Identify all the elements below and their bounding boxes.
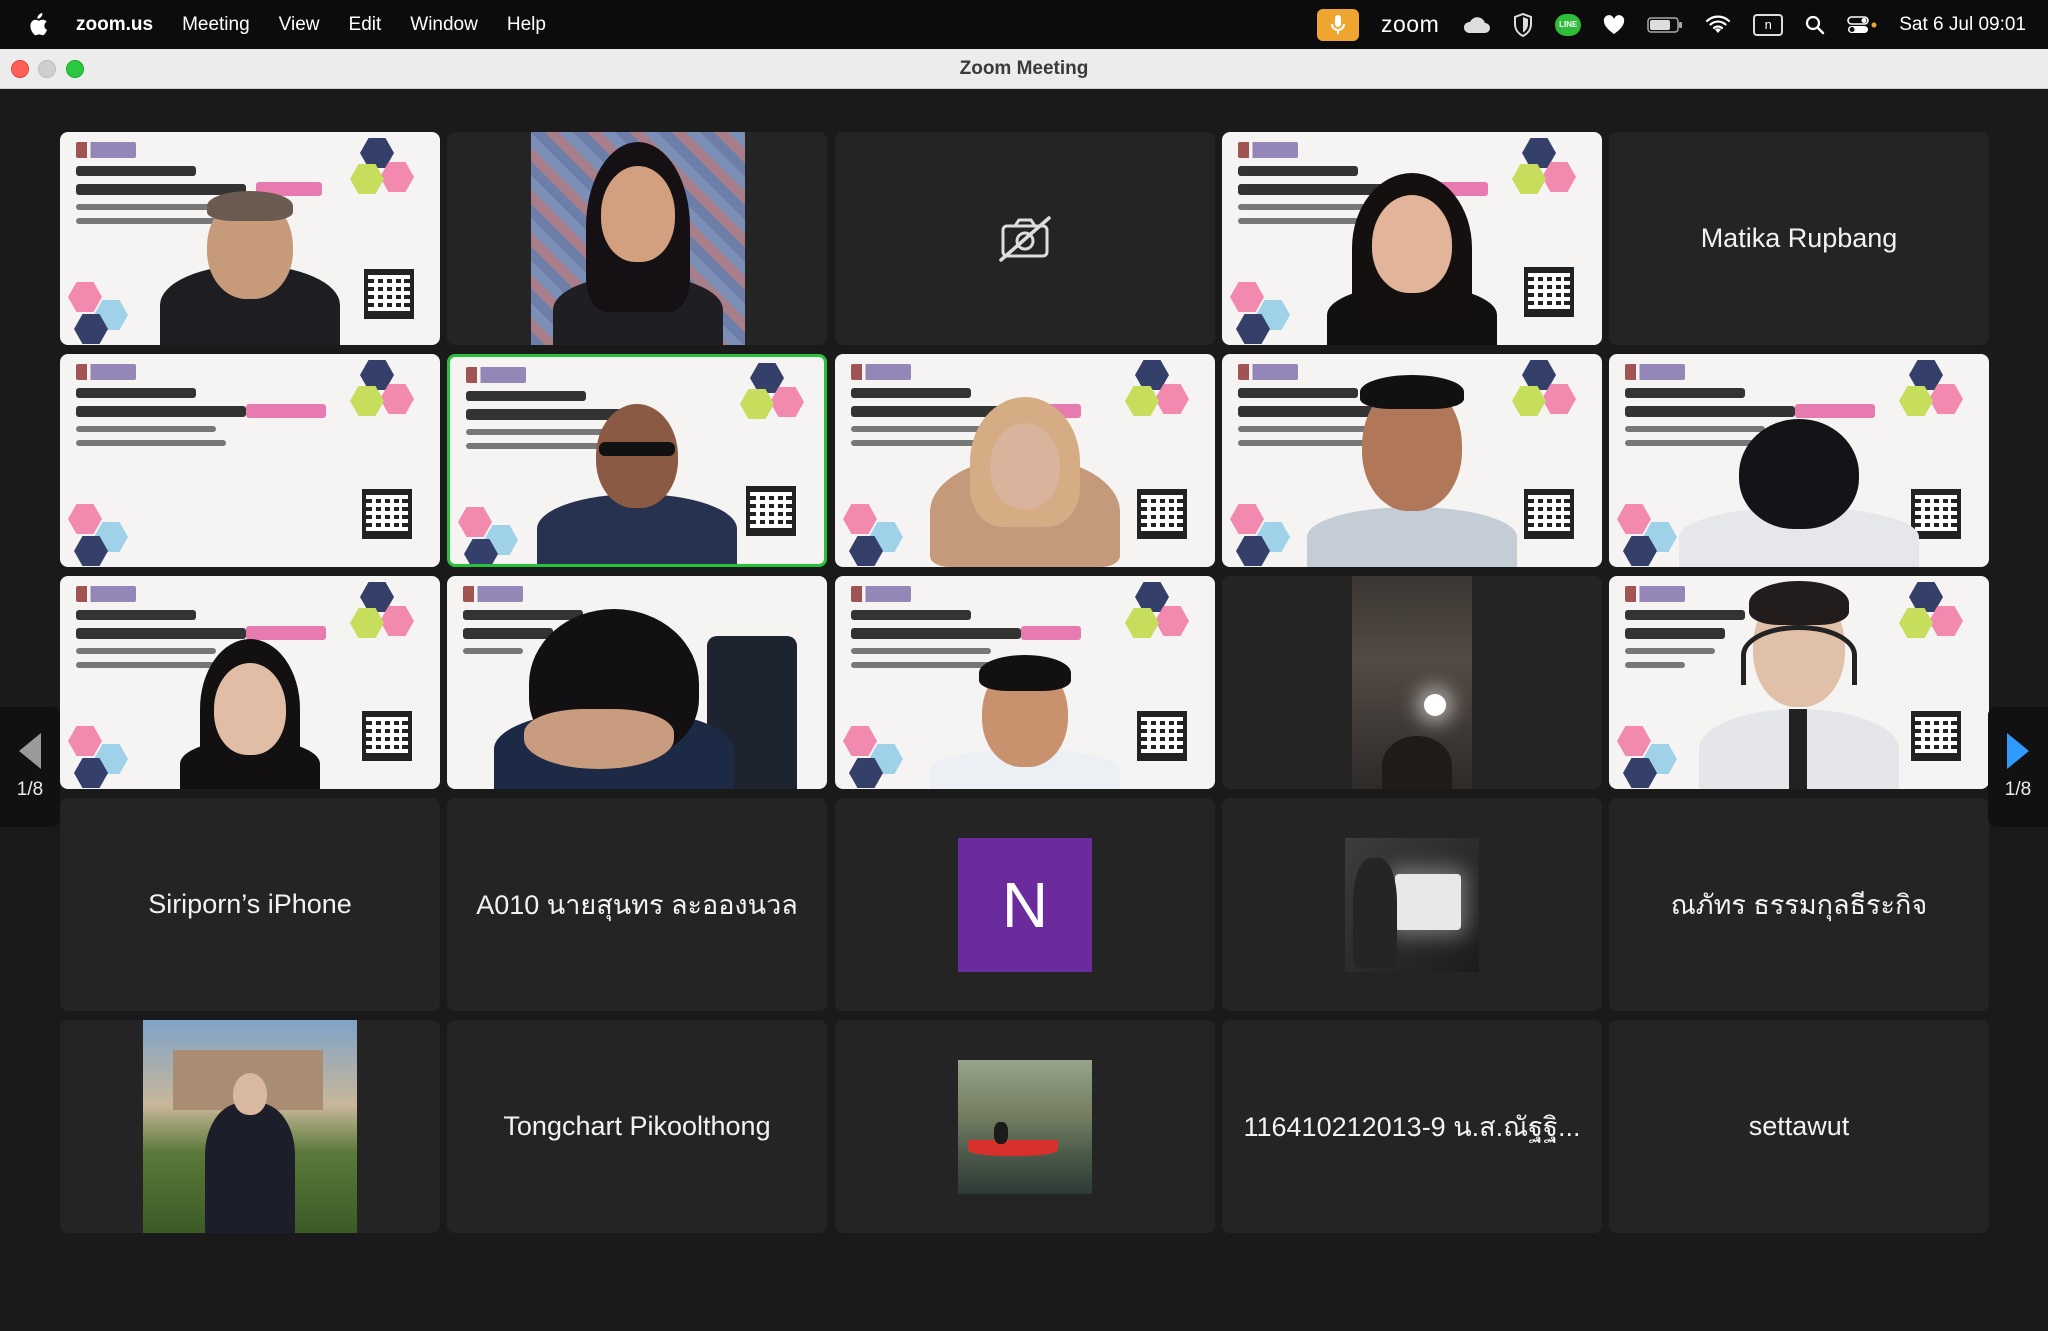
participant-name: Siriporn’s iPhone: [148, 889, 352, 919]
microphone-icon[interactable]: [1316, 8, 1359, 41]
wifi-icon[interactable]: [1705, 15, 1731, 35]
cloud-icon[interactable]: [1461, 15, 1491, 35]
video-feed: [835, 354, 1215, 567]
avatar: N: [958, 837, 1092, 972]
line-icon[interactable]: LINE: [1555, 13, 1582, 36]
menu-bar: zoom.us Meeting View Edit Window Help zo…: [0, 0, 2048, 49]
participant-tile[interactable]: Tongchart Pikoolthong: [447, 1020, 827, 1233]
control-center-icon[interactable]: [1847, 15, 1877, 35]
video-feed: [450, 357, 824, 564]
heart-icon[interactable]: [1603, 14, 1625, 35]
participant-tile[interactable]: Siriporn’s iPhone: [60, 798, 440, 1011]
participant-tile[interactable]: [60, 1020, 440, 1233]
menu-help[interactable]: Help: [507, 14, 546, 36]
video-feed: [60, 354, 440, 567]
participant-video-tile[interactable]: [60, 132, 440, 345]
avatar: [958, 1059, 1092, 1194]
page-indicator: 1/8: [2004, 779, 2032, 800]
video-feed: [447, 576, 827, 789]
participant-tile[interactable]: N: [835, 798, 1215, 1011]
video-feed: [1609, 354, 1989, 567]
zoom-status-item[interactable]: zoom: [1381, 11, 1439, 38]
battery-icon[interactable]: [1647, 16, 1683, 34]
participant-video-tile[interactable]: [447, 132, 827, 345]
video-feed: [60, 132, 440, 345]
menu-view[interactable]: View: [279, 14, 320, 36]
search-icon[interactable]: [1805, 15, 1825, 35]
participant-tile[interactable]: ณภัทร ธรรมกุลธีระกิจ: [1609, 798, 1989, 1011]
avatar: [143, 1020, 357, 1233]
window-titlebar: Zoom Meeting: [0, 49, 2048, 89]
participant-tile[interactable]: [835, 1020, 1215, 1233]
page-indicator: 1/8: [16, 779, 44, 800]
menu-window[interactable]: Window: [410, 14, 478, 36]
participant-video-tile[interactable]: [1222, 132, 1602, 345]
participant-video-tile[interactable]: [60, 576, 440, 789]
camera-off-icon: [999, 215, 1051, 262]
avatar: [1345, 837, 1479, 972]
video-feed: [1222, 132, 1602, 345]
participant-tile[interactable]: A010 นายสุนทร ละอองนวล: [447, 798, 827, 1011]
participant-name: settawut: [1748, 1111, 1850, 1141]
participant-name: ณภัทร ธรรมกุลธีระกิจ: [1670, 890, 1928, 920]
participant-tile[interactable]: Matika Rupbang: [1609, 132, 1989, 345]
participant-video-tile[interactable]: [835, 576, 1215, 789]
participant-tile[interactable]: settawut: [1609, 1020, 1989, 1233]
next-page-button[interactable]: 1/8: [1988, 707, 2048, 827]
video-feed: [1222, 354, 1602, 567]
participant-video-tile[interactable]: [1222, 354, 1602, 567]
participant-tile[interactable]: [1222, 798, 1602, 1011]
participant-video-tile-active-speaker[interactable]: [447, 354, 827, 567]
video-feed: [835, 576, 1215, 789]
participant-video-tile[interactable]: [1609, 354, 1989, 567]
participant-video-tile[interactable]: [447, 576, 827, 789]
menu-edit[interactable]: Edit: [349, 14, 382, 36]
participant-name: A010 นายสุนทร ละอองนวล: [476, 890, 798, 920]
video-feed: [1609, 576, 1989, 789]
previous-page-button[interactable]: 1/8: [0, 707, 60, 827]
chevron-right-icon: [2007, 733, 2029, 769]
menu-clock[interactable]: Sat 6 Jul 09:01: [1899, 14, 2026, 36]
participant-video-tile[interactable]: [835, 354, 1215, 567]
menu-app-name[interactable]: zoom.us: [76, 14, 153, 36]
shield-icon[interactable]: [1513, 12, 1533, 37]
avatar-initial: N: [1001, 868, 1049, 941]
participant-name: Tongchart Pikoolthong: [503, 1111, 771, 1141]
input-source-icon[interactable]: n: [1753, 13, 1784, 36]
window-title: Zoom Meeting: [959, 58, 1089, 79]
gallery-view: Matika Rupbang Siriporn’s iPhone A010 นา…: [0, 89, 2048, 1331]
apple-icon[interactable]: [26, 12, 48, 37]
participant-video-tile[interactable]: [1609, 576, 1989, 789]
participant-name: Matika Rupbang: [1700, 223, 1898, 253]
participant-tile-camera-off[interactable]: [835, 132, 1215, 345]
participant-video-tile[interactable]: [1222, 576, 1602, 789]
chevron-left-icon: [19, 733, 41, 769]
participant-name: 116410212013-9 น.ส.ณัฐฐิ...: [1243, 1112, 1581, 1142]
status-area: zoom LINE n Sat 6 Jul 09:01: [1316, 8, 2026, 41]
participant-tile[interactable]: 116410212013-9 น.ส.ณัฐฐิ...: [1222, 1020, 1602, 1233]
menu-meeting[interactable]: Meeting: [182, 14, 250, 36]
participant-video-tile[interactable]: [60, 354, 440, 567]
video-feed: [60, 576, 440, 789]
